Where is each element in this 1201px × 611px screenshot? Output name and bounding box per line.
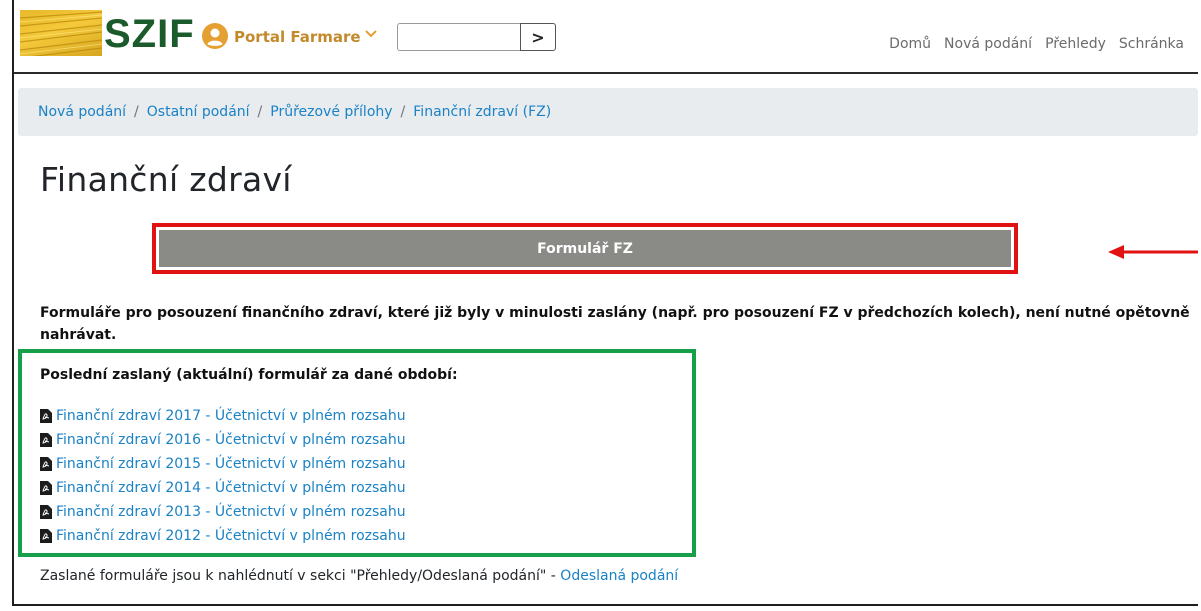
breadcrumb: Nová podání / Ostatní podání / Průřezové… (18, 88, 1198, 136)
document-link[interactable]: Finanční zdraví 2016 - Účetnictví v plné… (56, 432, 406, 448)
document-link[interactable]: Finanční zdraví 2012 - Účetnictví v plné… (56, 528, 406, 544)
chevron-down-icon[interactable] (363, 26, 379, 42)
list-item: Finanční zdraví 2017 - Účetnictví v plné… (40, 404, 406, 428)
breadcrumb-nova-podani[interactable]: Nová podání (38, 104, 126, 120)
odeslana-podani-link[interactable]: Odeslaná podání (560, 568, 678, 584)
search-button[interactable]: > (520, 23, 556, 51)
nav-item-nova-podani[interactable]: Nová podání (944, 36, 1032, 52)
breadcrumb-separator: / (257, 104, 263, 120)
breadcrumb-separator: / (400, 104, 406, 120)
document-link[interactable]: Finanční zdraví 2013 - Účetnictví v plné… (56, 504, 406, 520)
page-title: Finanční zdraví (40, 160, 292, 199)
breadcrumb-prurezove-prilohy[interactable]: Průřezové přílohy (270, 104, 392, 120)
nav-item-prehledy[interactable]: Přehledy (1045, 36, 1106, 52)
search-input[interactable] (397, 23, 520, 51)
pdf-file-icon (40, 529, 52, 543)
footer-note: Zaslané formuláře jsou k nahlédnutí v se… (40, 568, 678, 584)
last-sent-label: Poslední zaslaný (aktuální) formulář za … (40, 367, 458, 383)
top-nav: Domů Nová podání Přehledy Schránka (889, 36, 1184, 52)
pdf-file-icon (40, 457, 52, 471)
document-link[interactable]: Finanční zdraví 2017 - Účetnictví v plné… (56, 408, 406, 424)
user-circle-icon[interactable] (202, 23, 228, 49)
logo-text[interactable]: SZIF (104, 14, 195, 54)
nav-item-domu[interactable]: Domů (889, 36, 931, 52)
pdf-file-icon (40, 505, 52, 519)
header: SZIF Portal Farmare > Domů Nová podání P… (14, 0, 1198, 74)
highlight-red-box: Formulář FZ (152, 223, 1018, 274)
formular-fz-button[interactable]: Formulář FZ (159, 230, 1011, 267)
portal-farmare-label[interactable]: Portal Farmare (234, 28, 361, 46)
arrow-left-icon (1108, 245, 1198, 259)
list-item: Finanční zdraví 2016 - Účetnictví v plné… (40, 428, 406, 452)
list-item: Finanční zdraví 2012 - Účetnictví v plné… (40, 524, 406, 548)
nav-item-schranka[interactable]: Schránka (1119, 36, 1184, 52)
document-link[interactable]: Finanční zdraví 2015 - Účetnictví v plné… (56, 456, 406, 472)
document-list: Finanční zdraví 2017 - Účetnictví v plné… (40, 404, 406, 548)
footer-text: Zaslané formuláře jsou k nahlédnutí v se… (40, 568, 561, 584)
list-item: Finanční zdraví 2015 - Účetnictví v plné… (40, 452, 406, 476)
list-item: Finanční zdraví 2014 - Účetnictví v plné… (40, 476, 406, 500)
page-frame: SZIF Portal Farmare > Domů Nová podání P… (12, 0, 1198, 606)
list-item: Finanční zdraví 2013 - Účetnictví v plné… (40, 500, 406, 524)
breadcrumb-financni-zdravi[interactable]: Finanční zdraví (FZ) (413, 104, 551, 120)
chevron-right-icon: > (531, 27, 545, 47)
pdf-file-icon (40, 409, 52, 423)
logo-field-image (20, 10, 102, 56)
breadcrumb-ostatni-podani[interactable]: Ostatní podání (147, 104, 250, 120)
pdf-file-icon (40, 433, 52, 447)
breadcrumb-separator: / (134, 104, 139, 120)
notice-text: Formuláře pro posouzení finančního zdrav… (40, 305, 1190, 343)
pdf-file-icon (40, 481, 52, 495)
document-link[interactable]: Finanční zdraví 2014 - Účetnictví v plné… (56, 480, 406, 496)
